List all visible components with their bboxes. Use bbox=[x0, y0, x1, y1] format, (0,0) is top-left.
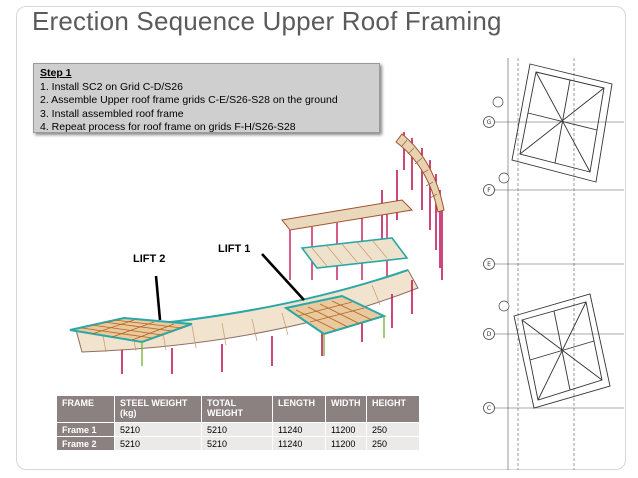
table-cell: 250 bbox=[366, 436, 420, 451]
table-cell: 5210 bbox=[114, 436, 202, 451]
col-header: FRAME bbox=[56, 395, 115, 423]
roof-framing-model bbox=[69, 132, 445, 374]
table-cell: Frame 2 bbox=[56, 436, 115, 451]
table-cell: 11200 bbox=[325, 422, 367, 437]
table-cell: 11240 bbox=[272, 436, 326, 451]
col-header: WIDTH bbox=[325, 395, 367, 423]
step-item: 2. Assemble Upper roof frame grids C-E/S… bbox=[40, 94, 338, 106]
grid-label-d: D bbox=[487, 331, 492, 338]
grid-plan-drawing: G F E D C bbox=[483, 58, 624, 470]
table-cell: Frame 1 bbox=[56, 422, 115, 437]
step-heading: Step 1 bbox=[40, 67, 72, 79]
table-header-row: FRAME STEEL WEIGHT (kg) TOTAL WEIGHT LEN… bbox=[56, 395, 420, 423]
table-cell: 5210 bbox=[114, 422, 202, 437]
table-cell: 5210 bbox=[201, 436, 273, 451]
grid-label-e: E bbox=[487, 261, 491, 268]
lift-2-label: LIFT 2 bbox=[133, 253, 166, 265]
table-cell: 11200 bbox=[325, 436, 367, 451]
table-row: Frame 1 5210 5210 11240 11200 250 bbox=[56, 422, 420, 437]
table-cell: 11240 bbox=[272, 422, 326, 437]
lift-1-label: LIFT 1 bbox=[218, 243, 251, 255]
grid-label-f: F bbox=[487, 187, 491, 194]
grid-label-g: G bbox=[487, 119, 492, 126]
slide: Erection Sequence Upper Roof Framing Ste… bbox=[0, 0, 638, 478]
grid-label-c: C bbox=[487, 405, 491, 412]
step-item: 3. Install assembled roof frame bbox=[40, 107, 184, 120]
col-header: STEEL WEIGHT (kg) bbox=[114, 395, 202, 423]
table-cell: 250 bbox=[366, 422, 420, 437]
frame-weights-table: FRAME STEEL WEIGHT (kg) TOTAL WEIGHT LEN… bbox=[56, 395, 420, 451]
col-header: LENGTH bbox=[272, 395, 326, 423]
table-row: Frame 2 5210 5210 11240 11200 250 bbox=[56, 436, 420, 451]
step-item: 1. Install SC2 on Grid C-D/S26 bbox=[40, 80, 183, 93]
table-cell: 5210 bbox=[201, 422, 273, 437]
col-header: TOTAL WEIGHT bbox=[201, 395, 273, 423]
col-header: HEIGHT bbox=[366, 395, 420, 423]
step-box: Step 1 1. Install SC2 on Grid C-D/S26 2.… bbox=[33, 63, 380, 133]
slide-title: Erection Sequence Upper Roof Framing bbox=[32, 6, 502, 36]
